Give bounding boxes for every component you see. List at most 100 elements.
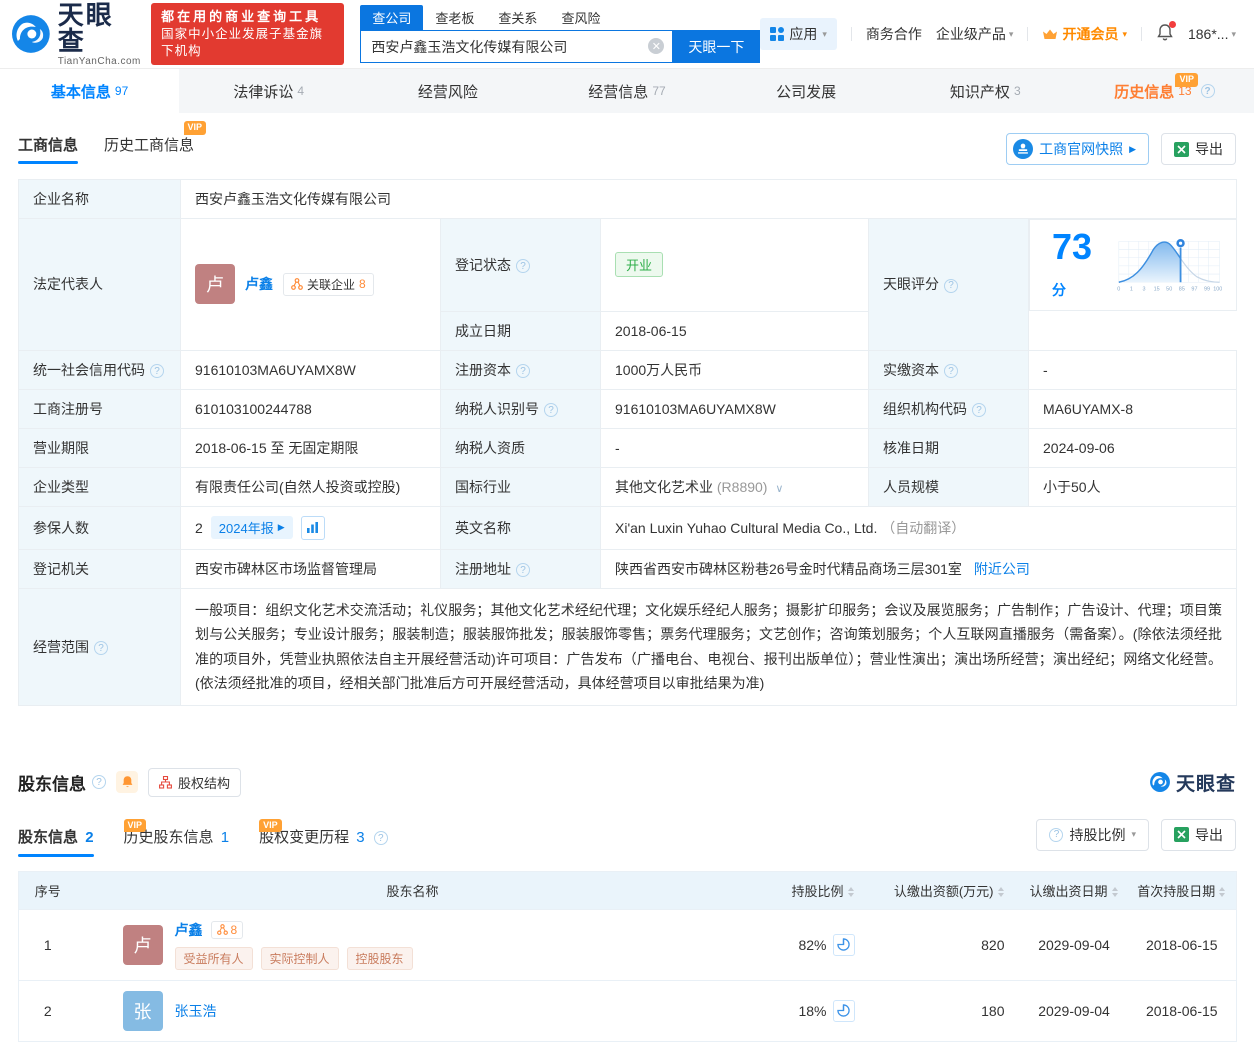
search-tab-risk[interactable]: 查风险 xyxy=(549,5,612,30)
company-type-value: 有限责任公司(自然人投资或控股) xyxy=(180,466,441,507)
svg-text:97: 97 xyxy=(1192,286,1198,292)
search-input[interactable] xyxy=(360,30,673,63)
watermark-text: 天眼查 xyxy=(1175,773,1236,795)
help-icon[interactable]: ? xyxy=(150,364,164,378)
industry-value[interactable]: 其他文化艺术业 (R8890) ∨ xyxy=(600,466,869,507)
tab-company-development[interactable]: 公司发展 xyxy=(717,69,896,113)
crown-icon xyxy=(1043,29,1058,39)
pie-chart-icon xyxy=(837,1004,850,1017)
sort-icon[interactable] xyxy=(997,886,1005,897)
arrow-right-icon: ▶ xyxy=(1129,143,1136,154)
export-button[interactable]: 导出 xyxy=(1161,133,1236,165)
shareholders-export-button[interactable]: 导出 xyxy=(1161,818,1236,851)
related-companies-badge[interactable]: 8 xyxy=(210,920,244,939)
sort-icon[interactable] xyxy=(847,886,855,897)
tab-basic-info[interactable]: 基本信息 97 xyxy=(0,69,180,113)
shareholder-name-link[interactable]: 卢鑫 xyxy=(175,920,203,940)
help-icon[interactable]: ? xyxy=(972,403,986,417)
pie-chart-button[interactable] xyxy=(832,999,855,1022)
subscribe-date-cell: 2029-09-04 xyxy=(1020,908,1128,980)
help-icon[interactable]: ? xyxy=(516,259,530,274)
subtab-count: 1 xyxy=(220,828,230,846)
col-first-hold-date[interactable]: 首次持股日期 xyxy=(1127,871,1237,909)
monitor-bell-button[interactable] xyxy=(116,771,138,793)
nav-apps[interactable]: 应用 ▾ xyxy=(760,18,837,50)
col-ratio[interactable]: 持股比例 xyxy=(748,871,871,909)
help-icon[interactable]: ? xyxy=(94,641,108,655)
subtab-business-info[interactable]: 工商信息 xyxy=(18,134,79,164)
reg-capital-label: 注册资本? xyxy=(440,349,601,390)
legal-rep-link[interactable]: 卢鑫 xyxy=(245,274,273,294)
help-icon[interactable]: ? xyxy=(1200,84,1215,98)
amount-cell: 180 xyxy=(870,979,1021,1041)
english-name-label: 英文名称 xyxy=(440,505,601,550)
legal-rep-avatar[interactable]: 卢 xyxy=(195,264,235,305)
help-icon[interactable]: ? xyxy=(544,403,558,417)
help-icon[interactable]: ? xyxy=(516,563,530,577)
search-tab-company[interactable]: 查公司 xyxy=(360,5,424,30)
bell-icon xyxy=(122,776,132,788)
pie-chart-icon xyxy=(837,938,850,951)
row-index: 1 xyxy=(18,908,77,980)
reg-status-label: 登记状态? xyxy=(440,218,601,312)
help-icon[interactable]: ? xyxy=(373,831,388,845)
sort-icon[interactable] xyxy=(1111,886,1119,897)
ratio-filter-dropdown[interactable]: ? 持股比例 ▾ xyxy=(1036,818,1149,851)
trend-chart-button[interactable] xyxy=(300,515,325,540)
tab-history-info[interactable]: VIP 历史信息 13 ? xyxy=(1075,69,1254,113)
tianyancha-logo[interactable]: 天眼查 TianYanCha.com xyxy=(10,2,141,67)
tab-intellectual-property[interactable]: 知识产权 3 xyxy=(896,69,1075,113)
sort-icon[interactable] xyxy=(1219,886,1226,897)
search-tab-boss[interactable]: 查老板 xyxy=(423,5,486,30)
tag-actual-controller: 实际控制人 xyxy=(260,946,339,970)
help-icon[interactable]: ? xyxy=(516,364,530,378)
shareholder-avatar[interactable]: 张 xyxy=(122,990,163,1031)
tab-operation-risk[interactable]: 经营风险 xyxy=(358,69,537,113)
nav-biz-label: 商务合作 xyxy=(865,26,922,42)
shareholder-name-link[interactable]: 张玉浩 xyxy=(175,1001,217,1021)
svg-text:15: 15 xyxy=(1154,286,1160,292)
shareholders-title: 股东信息 xyxy=(18,774,86,794)
shareholders-subtab-equity-changes[interactable]: VIP 股权变更历程 3 ? xyxy=(259,818,388,857)
tyc-score-cell[interactable]: 73分 0 1 3 15 50 85 97 99 100 xyxy=(1029,219,1237,311)
shareholders-subtab-current[interactable]: 股东信息 2 xyxy=(18,826,94,857)
label-text: 注册地址 xyxy=(455,560,511,577)
nav-user-account[interactable]: 186*... ▾ xyxy=(1188,26,1236,42)
ratio-value: 82% xyxy=(798,936,827,953)
subtab-label: 股东信息 xyxy=(18,828,79,846)
search-area: 查公司 查老板 查关系 查风险 ✕ 天眼一下 xyxy=(360,5,761,63)
export-label: 导出 xyxy=(1195,141,1223,157)
establish-date-label: 成立日期 xyxy=(440,310,601,351)
shareholder-cell: 卢 卢鑫 8 受益所有人 实际控制人 控股股东 xyxy=(76,908,749,980)
tab-operation-info[interactable]: 经营信息 77 xyxy=(537,69,716,113)
pie-chart-button[interactable] xyxy=(832,933,855,956)
nav-business-cooperation[interactable]: 商务合作 xyxy=(866,24,922,44)
nearby-companies-link[interactable]: 附近公司 xyxy=(974,561,1030,577)
help-icon: ? xyxy=(1049,827,1064,842)
paid-capital-label: 实缴资本? xyxy=(868,349,1029,390)
help-icon[interactable]: ? xyxy=(92,775,106,789)
search-button[interactable]: 天眼一下 xyxy=(672,30,761,63)
help-icon[interactable]: ? xyxy=(944,364,958,378)
export-label: 导出 xyxy=(1195,826,1223,843)
nav-vip-upgrade[interactable]: 开通会员 ▾ xyxy=(1042,24,1127,44)
related-label: 关联企业 xyxy=(307,277,356,292)
annual-report-badge[interactable]: 2024年报 ▶ xyxy=(210,516,293,539)
subtab-history-business-info[interactable]: VIP 历史工商信息 xyxy=(104,121,207,164)
col-amount[interactable]: 认缴出资额(万元) xyxy=(870,871,1021,909)
notifications-bell[interactable] xyxy=(1156,21,1176,45)
svg-text:3: 3 xyxy=(1143,286,1146,292)
tab-legal-proceedings[interactable]: 法律诉讼 4 xyxy=(179,69,358,113)
shareholder-avatar[interactable]: 卢 xyxy=(122,924,163,965)
nav-enterprise-products[interactable]: 企业级产品 ▾ xyxy=(936,24,1014,44)
subtab-label: 工商信息 xyxy=(18,137,79,154)
col-subscribe-date[interactable]: 认缴出资日期 xyxy=(1020,871,1128,909)
chevron-down-icon[interactable]: ∨ xyxy=(775,483,783,495)
help-icon[interactable]: ? xyxy=(944,278,958,293)
related-companies-badge[interactable]: 关联企业 8 xyxy=(283,272,374,296)
official-snapshot-button[interactable]: 工商官网快照 ▶ xyxy=(1006,133,1149,165)
logo-swirl-icon xyxy=(11,15,50,53)
equity-structure-button[interactable]: 股权结构 xyxy=(148,767,242,797)
shareholders-subtab-history[interactable]: VIP 历史股东信息 1 xyxy=(123,818,230,857)
search-tab-relation[interactable]: 查关系 xyxy=(486,5,549,30)
